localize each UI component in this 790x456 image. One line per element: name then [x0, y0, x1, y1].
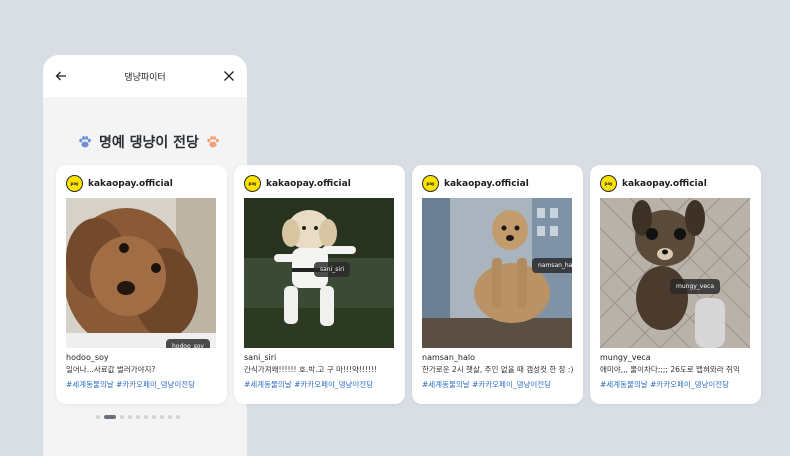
back-button[interactable] — [53, 68, 69, 84]
post-hashtags[interactable]: #세계동물의날 #카카오페이_댕냥이전당 — [600, 379, 729, 390]
hall-of-fame-heading: 명예 댕냥이 전당 — [69, 132, 229, 152]
post-card-4[interactable]: pay kakaopay.official mungy_veca mungy_v… — [590, 165, 761, 404]
dog-photo[interactable]: hodoo_soy — [66, 198, 216, 348]
card-header: pay kakaopay.official — [66, 175, 173, 192]
dog-image — [66, 198, 216, 348]
photo-user-tag[interactable]: hodoo_soy — [166, 339, 210, 348]
pagination-dot[interactable] — [176, 415, 180, 419]
post-card-3[interactable]: pay kakaopay.official namsan_halo namsan… — [412, 165, 583, 404]
dog-photo[interactable]: sani_siri — [244, 198, 394, 348]
photo-user-tag[interactable]: mungy_veca — [670, 279, 721, 294]
logo-text: pay — [604, 181, 613, 186]
logo-text: pay — [70, 181, 79, 186]
pagination-dot[interactable] — [136, 415, 140, 419]
arrow-left-icon — [55, 71, 66, 81]
card-header: pay kakaopay.official — [244, 175, 351, 192]
post-username[interactable]: hodoo_soy — [66, 353, 109, 362]
account-name[interactable]: kakaopay.official — [444, 179, 529, 189]
account-name[interactable]: kakaopay.official — [88, 179, 173, 189]
account-name[interactable]: kakaopay.official — [266, 179, 351, 189]
logo-text: pay — [248, 181, 257, 186]
paw-orange-icon — [207, 136, 219, 148]
post-hashtags[interactable]: #세계동물의날 #카카오페이_댕냥이전당 — [422, 379, 551, 390]
post-text: 애미야,,, 물이차다;;;; 26도로 맵혀와라 쥐익 — [600, 365, 740, 374]
phone-header: 댕냥파이터 — [43, 55, 247, 97]
post-username[interactable]: sani_siri — [244, 353, 276, 362]
photo-user-tag[interactable]: namsan_halo — [532, 258, 572, 273]
kakaopay-logo: pay — [244, 175, 261, 192]
dog-photo[interactable]: mungy_veca — [600, 198, 750, 348]
photo-user-tag[interactable]: sani_siri — [314, 262, 351, 277]
pagination-dot[interactable] — [96, 415, 100, 419]
post-text: 한가로운 2시 햇살, 주인 없을 때 갬성컷 한 장 :) — [422, 365, 574, 374]
close-button[interactable] — [221, 68, 237, 84]
dog-image — [422, 198, 572, 348]
logo-text: pay — [426, 181, 435, 186]
paw-blue-icon — [79, 136, 91, 148]
carousel-pagination — [96, 415, 180, 419]
pagination-dot[interactable] — [168, 415, 172, 419]
post-text: 간식가져왜!!!!!! 호.박.고 구 마!!!약!!!!!! — [244, 365, 377, 374]
pagination-dot[interactable] — [152, 415, 156, 419]
pagination-dot[interactable] — [128, 415, 132, 419]
post-text: 일어나...사료값 벌러가야지? — [66, 365, 156, 374]
dog-photo[interactable]: namsan_halo — [422, 198, 572, 348]
post-hashtags[interactable]: #세계동물의날 #카카오페이_댕냥이전당 — [66, 379, 195, 390]
card-header: pay kakaopay.official — [600, 175, 707, 192]
dog-image — [600, 198, 750, 348]
pagination-dot[interactable] — [144, 415, 148, 419]
post-card-1[interactable]: pay kakaopay.official hodoo_soy hodoo_so… — [56, 165, 227, 404]
pagination-dot[interactable] — [120, 415, 124, 419]
kakaopay-logo: pay — [66, 175, 83, 192]
card-header: pay kakaopay.official — [422, 175, 529, 192]
post-username[interactable]: mungy_veca — [600, 353, 651, 362]
post-hashtags[interactable]: #세계동물의날 #카카오페이_댕냥이전당 — [244, 379, 373, 390]
pagination-dot-active[interactable] — [104, 415, 116, 419]
pagination-dot[interactable] — [160, 415, 164, 419]
page-title: 댕냥파이터 — [124, 72, 166, 83]
post-username[interactable]: namsan_halo — [422, 353, 475, 362]
close-icon — [224, 71, 234, 81]
hall-title-text: 명예 댕냥이 전당 — [99, 135, 199, 151]
kakaopay-logo: pay — [600, 175, 617, 192]
post-card-2[interactable]: pay kakaopay.official sani_siri sani_sir… — [234, 165, 405, 404]
account-name[interactable]: kakaopay.official — [622, 179, 707, 189]
kakaopay-logo: pay — [422, 175, 439, 192]
